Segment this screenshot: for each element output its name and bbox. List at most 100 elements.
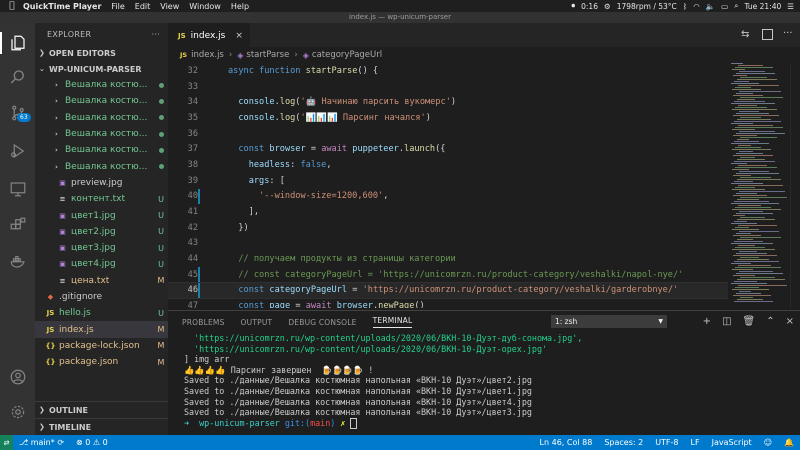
close-panel-icon[interactable]: × — [786, 316, 794, 327]
source-control-icon[interactable]: 63 — [0, 99, 35, 127]
tree-file[interactable]: ▣ цвет3.jpg U — [35, 240, 168, 256]
code-line[interactable]: 42 }) — [168, 220, 728, 236]
new-terminal-icon[interactable]: + — [703, 316, 711, 327]
trash-icon[interactable]: 🗑 — [743, 316, 756, 327]
menu-window[interactable]: Window — [184, 2, 226, 11]
search-icon[interactable]: ⌕ — [734, 1, 738, 11]
tree-folder[interactable]: › Вешалка костю... — [35, 93, 168, 109]
tab-terminal[interactable]: TERMINAL — [372, 316, 413, 328]
menu-edit[interactable]: Edit — [130, 2, 156, 11]
code-line[interactable]: 35 console.log('📊📊📊 Парсинг начался') — [168, 110, 728, 126]
tree-file[interactable]: {} package.json M — [35, 354, 168, 370]
remote-explorer-icon[interactable] — [0, 175, 35, 203]
bluetooth-icon[interactable]: ᛒ — [683, 2, 688, 11]
modified-gutter-marker[interactable] — [198, 266, 200, 283]
tree-file[interactable]: ▣ цвет2.jpg U — [35, 224, 168, 240]
code-line[interactable]: 43 — [168, 236, 728, 252]
code-line[interactable]: 38 headless: false, — [168, 157, 728, 173]
code-line[interactable]: 32 async function startParse() { — [168, 63, 728, 79]
tree-folder[interactable]: › Вешалка костю... — [35, 126, 168, 142]
breadcrumb-function[interactable]: startParse — [246, 50, 289, 60]
tab-output[interactable]: OUTPUT — [241, 318, 273, 327]
tab-debug-console[interactable]: DEBUG CONSOLE — [288, 318, 356, 327]
apple-icon[interactable]:  — [6, 0, 18, 12]
tree-file[interactable]: ▣ цвет1.jpg U — [35, 207, 168, 223]
tree-folder[interactable]: › Вешалка костю... — [35, 110, 168, 126]
more-actions-icon[interactable]: ··· — [783, 29, 794, 40]
code-line[interactable]: 40 '--window-size=1200,600', — [168, 188, 728, 205]
tree-folder[interactable]: › Вешалка костю... — [35, 142, 168, 158]
search-icon[interactable] — [0, 63, 35, 91]
modified-gutter-marker[interactable] — [198, 188, 200, 205]
feedback-icon[interactable]: ☺ — [758, 438, 778, 447]
sync-icon[interactable]: ⟳ — [57, 438, 64, 447]
code-line[interactable]: 34 console.log('🤖 Начинаю парсить вукоме… — [168, 94, 728, 110]
more-actions-icon[interactable]: ··· — [151, 30, 160, 39]
menu-list-icon[interactable]: ☰ — [787, 2, 794, 11]
tree-folder[interactable]: › Вешалка костю... — [35, 77, 168, 93]
tree-folder[interactable]: › Вешалка костю... — [35, 158, 168, 174]
code-line[interactable]: 46 const categoryPageUrl = 'https://unic… — [168, 281, 728, 300]
encoding[interactable]: UTF-8 — [649, 438, 684, 447]
tab-problems[interactable]: PROBLEMS — [182, 318, 225, 327]
code-line[interactable]: 44 // получаем продукты из страницы кате… — [168, 251, 728, 267]
tab-index-js[interactable]: JS index.js × — [168, 23, 250, 48]
breadcrumb-file[interactable]: index.js — [191, 50, 224, 60]
tree-file[interactable]: ▣ preview.jpg — [35, 175, 168, 191]
tree-file[interactable]: ≡ цена.txt M — [35, 273, 168, 289]
close-icon[interactable]: × — [235, 31, 243, 41]
wifi-icon[interactable]: ◠ — [693, 2, 700, 11]
timeline-section[interactable]: ❯ TIMELINE — [35, 418, 168, 435]
split-terminal-icon[interactable]: ◫ — [722, 316, 731, 327]
cursor-position[interactable]: Ln 46, Col 88 — [534, 438, 599, 447]
code-line[interactable]: 39 args: [ — [168, 173, 728, 189]
code-line[interactable]: 33 — [168, 79, 728, 95]
docker-icon[interactable] — [0, 247, 35, 275]
code-line[interactable]: 41 ], — [168, 204, 728, 220]
cpu-status[interactable]: 1798rpm / 53°C — [617, 2, 677, 11]
tree-file[interactable]: ≡ контент.txt U — [35, 191, 168, 207]
code-line[interactable]: 47 const page = await browser.newPage() — [168, 298, 728, 308]
terminal-select[interactable]: 1: zsh ▼ — [551, 315, 667, 328]
menu-app-name[interactable]: QuickTime Player — [18, 2, 106, 11]
terminal-output[interactable]: 'https://unicomrzn.ru/wp-content/uploads… — [168, 333, 800, 429]
code-line[interactable]: 36 — [168, 126, 728, 142]
modified-gutter-marker[interactable] — [198, 282, 200, 299]
status-icon[interactable]: ⚙ — [604, 2, 611, 11]
tree-file[interactable]: JS hello.js U — [35, 305, 168, 321]
breadcrumb-variable[interactable]: categoryPageUrl — [312, 50, 382, 60]
record-icon[interactable]: ⏺ — [571, 1, 575, 11]
outline-section[interactable]: ❯ OUTLINE — [35, 401, 168, 418]
minimap[interactable] — [728, 63, 790, 308]
settings-gear-icon[interactable] — [0, 398, 35, 426]
indentation[interactable]: Spaces: 2 — [598, 438, 649, 447]
account-icon[interactable] — [0, 363, 35, 391]
clock[interactable]: Tue 21:40 — [744, 2, 781, 11]
tree-file[interactable]: {} package-lock.json M — [35, 338, 168, 354]
remote-indicator-icon[interactable]: ⇄ — [0, 435, 13, 450]
battery-icon[interactable]: ▭ — [721, 2, 728, 11]
code-line[interactable]: 37 const browser = await puppeteer.launc… — [168, 141, 728, 157]
menu-view[interactable]: View — [155, 2, 184, 11]
tree-file[interactable]: ◆ .gitignore — [35, 289, 168, 305]
tree-file[interactable]: JS index.js M — [35, 321, 168, 338]
menu-file[interactable]: File — [106, 2, 129, 11]
compare-changes-icon[interactable]: ⇆ — [741, 29, 752, 40]
open-editors-section[interactable]: ❯ OPEN EDITORS — [35, 45, 168, 61]
split-editor-icon[interactable] — [762, 29, 773, 40]
terminal-prompt[interactable]: ➜ wp-unicum-parser git:(main) ✗ — [184, 417, 800, 429]
editor-scrollbar[interactable] — [790, 63, 800, 308]
problems-status[interactable]: ⊗ 0 ⚠ 0 — [70, 438, 114, 447]
notifications-icon[interactable]: 🔔 — [778, 438, 800, 447]
menu-help[interactable]: Help — [226, 2, 254, 11]
git-branch[interactable]: ⎇ main* ⟳ — [13, 438, 70, 447]
language-mode[interactable]: JavaScript — [706, 438, 758, 447]
explorer-icon[interactable] — [0, 29, 35, 57]
code-editor[interactable]: 32 async function startParse() {33 34 cons… — [168, 63, 728, 308]
project-section[interactable]: ⌄ WP-UNICUM-PARSER — [35, 61, 168, 77]
end-of-line[interactable]: LF — [685, 438, 706, 447]
code-line[interactable]: 45 // const categoryPageUrl = 'https://u… — [168, 266, 728, 283]
tree-file[interactable]: ▣ цвет4.jpg U — [35, 256, 168, 272]
maximize-panel-icon[interactable]: ⌃ — [766, 316, 774, 327]
extensions-icon[interactable] — [0, 211, 35, 239]
